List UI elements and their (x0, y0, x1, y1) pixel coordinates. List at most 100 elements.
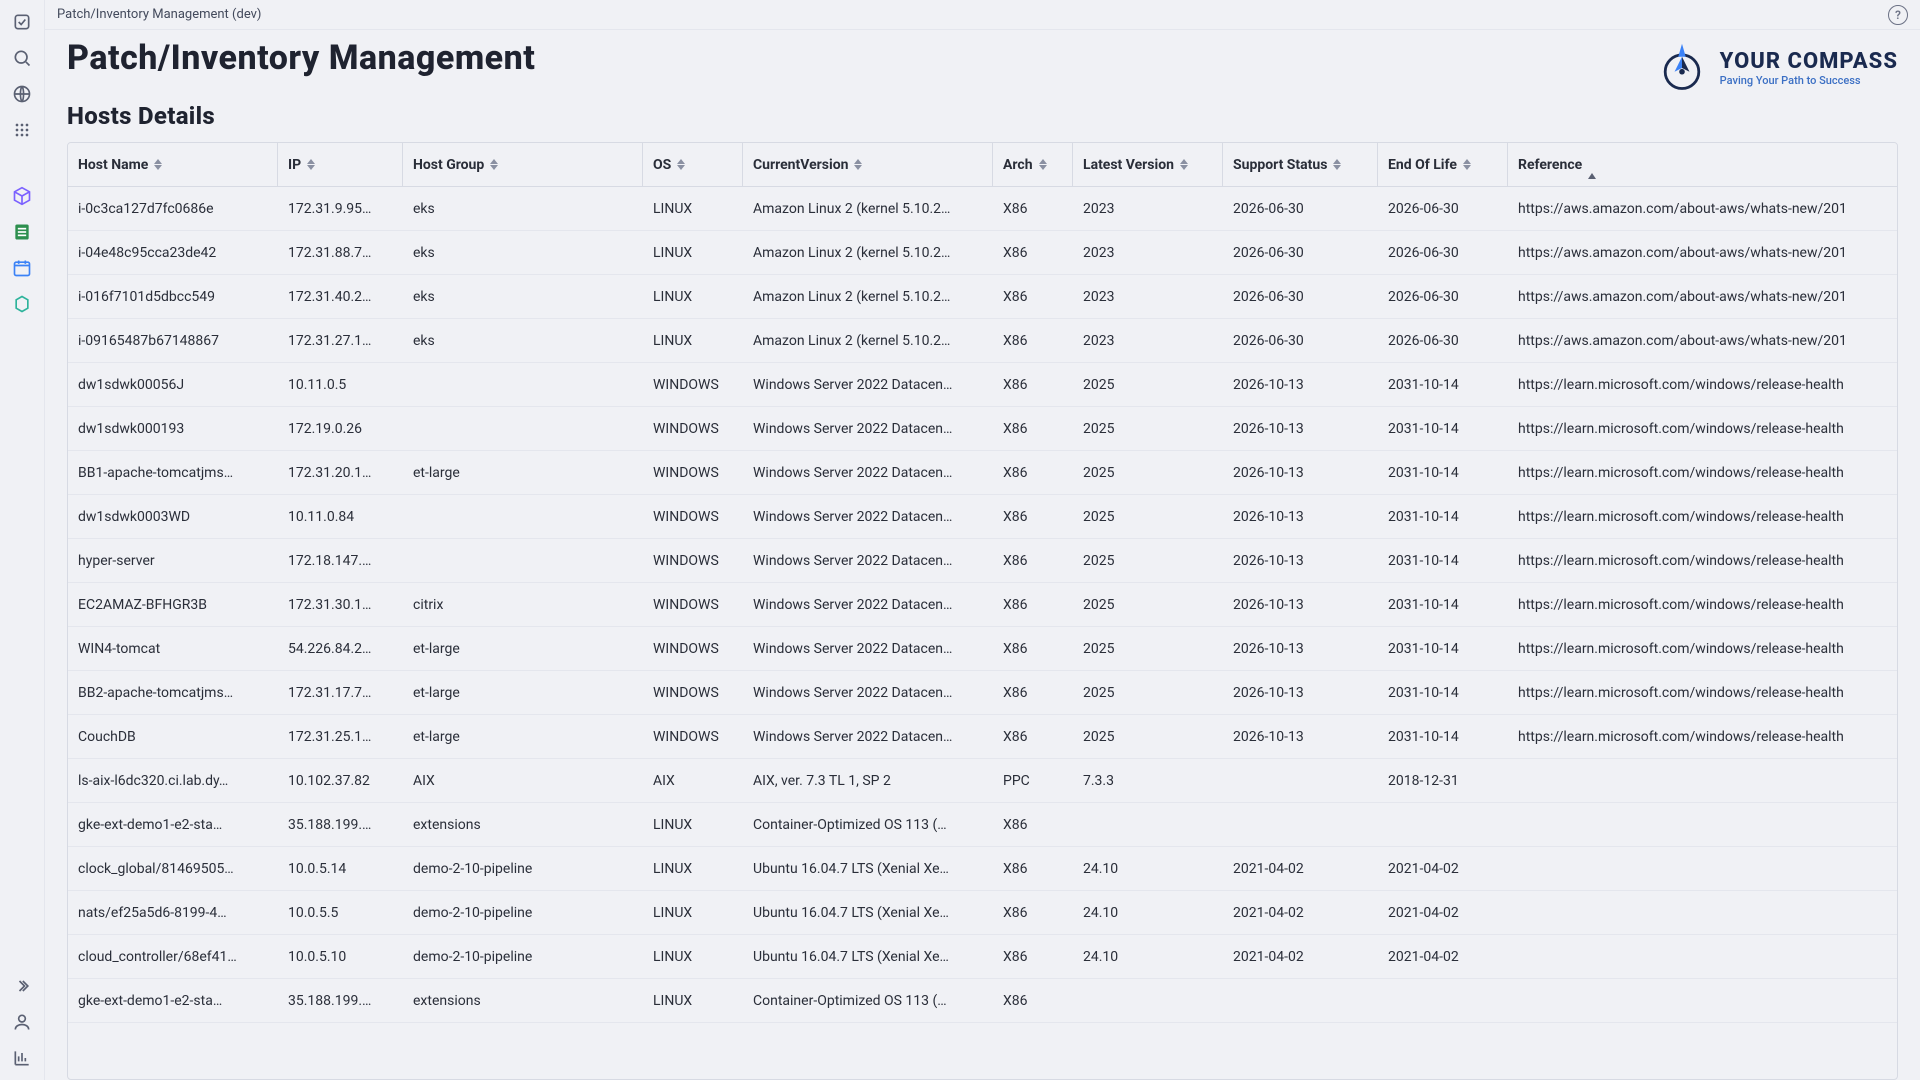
column-header-ref[interactable]: Reference (1508, 143, 1897, 186)
cell-ip: 10.0.5.5 (278, 905, 403, 921)
table-row[interactable]: i-0c3ca127d7fc0686e172.31.9.95…eksLINUXA… (68, 187, 1897, 231)
column-label: End Of Life (1388, 157, 1457, 173)
nav-spreadsheet-icon[interactable] (10, 220, 34, 244)
table-row[interactable]: dw1sdwk0003WD10.11.0.84WINDOWSWindows Se… (68, 495, 1897, 539)
column-label: Latest Version (1083, 157, 1174, 173)
table-row[interactable]: hyper-server172.18.147.…WINDOWSWindows S… (68, 539, 1897, 583)
cell-version: Amazon Linux 2 (kernel 5.10.2… (743, 201, 993, 217)
column-header-hostname[interactable]: Host Name (68, 143, 278, 186)
column-label: Reference (1518, 157, 1582, 173)
cell-version: Container-Optimized OS 113 (… (743, 817, 993, 833)
brand-logo: YOUR COMPASS Paving Your Path to Success (1654, 40, 1898, 96)
cell-latest: 2025 (1073, 465, 1223, 481)
table-row[interactable]: CouchDB172.31.25.1…et-largeWINDOWSWindow… (68, 715, 1897, 759)
cell-hostname: dw1sdwk00056J (68, 377, 278, 393)
table-row[interactable]: WIN4-tomcat54.226.84.2…et-largeWINDOWSWi… (68, 627, 1897, 671)
table-row[interactable]: dw1sdwk000193172.19.0.26WINDOWSWindows S… (68, 407, 1897, 451)
chart-icon[interactable] (10, 1046, 34, 1070)
search-icon[interactable] (10, 46, 34, 70)
column-label: Arch (1003, 157, 1033, 173)
table-row[interactable]: gke-ext-demo1-e2-sta…35.188.199.…extensi… (68, 803, 1897, 847)
nav-hex-icon[interactable] (10, 292, 34, 316)
cell-support: 2026-06-30 (1223, 289, 1378, 305)
table-row[interactable]: gke-ext-demo1-e2-sta…35.188.199.…extensi… (68, 979, 1897, 1023)
cell-ip: 10.11.0.5 (278, 377, 403, 393)
table-body[interactable]: i-0c3ca127d7fc0686e172.31.9.95…eksLINUXA… (68, 187, 1897, 1079)
cell-os: WINDOWS (643, 465, 743, 481)
cell-ref: https://aws.amazon.com/about-aws/whats-n… (1508, 333, 1897, 349)
cell-eol: 2021-04-02 (1378, 861, 1508, 877)
cell-hostname: clock_global/81469505… (68, 861, 278, 877)
table-row[interactable]: cloud_controller/68ef41…10.0.5.10demo-2-… (68, 935, 1897, 979)
column-header-eol[interactable]: End Of Life (1378, 143, 1508, 186)
table-row[interactable]: dw1sdwk00056J10.11.0.5WINDOWSWindows Ser… (68, 363, 1897, 407)
column-header-ip[interactable]: IP (278, 143, 403, 186)
column-label: Host Group (413, 157, 484, 173)
cell-eol: 2026-06-30 (1378, 201, 1508, 217)
cell-arch: X86 (993, 245, 1073, 261)
column-label: IP (288, 157, 301, 173)
column-header-support[interactable]: Support Status (1223, 143, 1378, 186)
cell-os: LINUX (643, 905, 743, 921)
cell-arch: X86 (993, 729, 1073, 745)
column-header-latest[interactable]: Latest Version (1073, 143, 1223, 186)
cell-os: LINUX (643, 201, 743, 217)
column-header-version[interactable]: CurrentVersion (743, 143, 993, 186)
cell-ip: 172.31.30.1… (278, 597, 403, 613)
cell-hostname: WIN4-tomcat (68, 641, 278, 657)
table-row[interactable]: i-016f7101d5dbcc549172.31.40.2…eksLINUXA… (68, 275, 1897, 319)
cell-group: eks (403, 201, 643, 217)
cell-latest: 2025 (1073, 641, 1223, 657)
cell-version: Windows Server 2022 Datacen… (743, 729, 993, 745)
cell-version: Windows Server 2022 Datacen… (743, 509, 993, 525)
table-row[interactable]: nats/ef25a5d6-8199-4…10.0.5.5demo-2-10-p… (68, 891, 1897, 935)
help-button[interactable]: ? (1888, 5, 1908, 25)
table-row[interactable]: i-04e48c95cca23de42172.31.88.7…eksLINUXA… (68, 231, 1897, 275)
cell-ref: https://aws.amazon.com/about-aws/whats-n… (1508, 289, 1897, 305)
cell-group: et-large (403, 685, 643, 701)
column-header-group[interactable]: Host Group (403, 143, 643, 186)
cell-group: demo-2-10-pipeline (403, 905, 643, 921)
expand-icon[interactable] (10, 974, 34, 998)
user-icon[interactable] (10, 1010, 34, 1034)
table-row[interactable]: BB2-apache-tomcatjms…172.31.17.7…et-larg… (68, 671, 1897, 715)
cell-version: Container-Optimized OS 113 (… (743, 993, 993, 1009)
cell-hostname: i-04e48c95cca23de42 (68, 245, 278, 261)
apps-grid-icon[interactable] (10, 118, 34, 142)
cell-version: Windows Server 2022 Datacen… (743, 377, 993, 393)
table-row[interactable]: i-09165487b67148867172.31.27.1…eksLINUXA… (68, 319, 1897, 363)
cell-latest: 2025 (1073, 421, 1223, 437)
cell-group: et-large (403, 465, 643, 481)
cell-eol: 2031-10-14 (1378, 553, 1508, 569)
table-row[interactable]: BB1-apache-tomcatjms…172.31.20.1…et-larg… (68, 451, 1897, 495)
cell-eol: 2031-10-14 (1378, 465, 1508, 481)
cell-latest: 24.10 (1073, 949, 1223, 965)
column-header-arch[interactable]: Arch (993, 143, 1073, 186)
cell-latest: 2025 (1073, 729, 1223, 745)
nav-calendar-icon[interactable] (10, 256, 34, 280)
cell-ref: https://learn.microsoft.com/windows/rele… (1508, 509, 1897, 525)
cell-ip: 172.31.17.7… (278, 685, 403, 701)
table-row[interactable]: ls-aix-l6dc320.ci.lab.dy…10.102.37.82AIX… (68, 759, 1897, 803)
cell-os: WINDOWS (643, 509, 743, 525)
cell-version: Windows Server 2022 Datacen… (743, 597, 993, 613)
cell-latest: 2023 (1073, 245, 1223, 261)
cell-support: 2026-06-30 (1223, 245, 1378, 261)
nav-home-icon[interactable] (10, 10, 34, 34)
sort-icon (154, 159, 162, 170)
cell-hostname: EC2AMAZ-BFHGR3B (68, 597, 278, 613)
cell-ip: 54.226.84.2… (278, 641, 403, 657)
hosts-table: Host Name IP Host Group OSCurrentVersion Arc… (67, 142, 1898, 1080)
table-row[interactable]: clock_global/81469505…10.0.5.14demo-2-10… (68, 847, 1897, 891)
globe-icon[interactable] (10, 82, 34, 106)
nav-cube-icon[interactable] (10, 184, 34, 208)
cell-arch: X86 (993, 597, 1073, 613)
cell-ref: https://learn.microsoft.com/windows/rele… (1508, 641, 1897, 657)
topbar: Patch/Inventory Management (dev) ? (45, 0, 1920, 30)
cell-eol: 2021-04-02 (1378, 949, 1508, 965)
cell-latest: 2025 (1073, 377, 1223, 393)
cell-os: WINDOWS (643, 597, 743, 613)
column-header-os[interactable]: OS (643, 143, 743, 186)
table-row[interactable]: EC2AMAZ-BFHGR3B172.31.30.1…citrixWINDOWS… (68, 583, 1897, 627)
cell-ip: 172.31.88.7… (278, 245, 403, 261)
